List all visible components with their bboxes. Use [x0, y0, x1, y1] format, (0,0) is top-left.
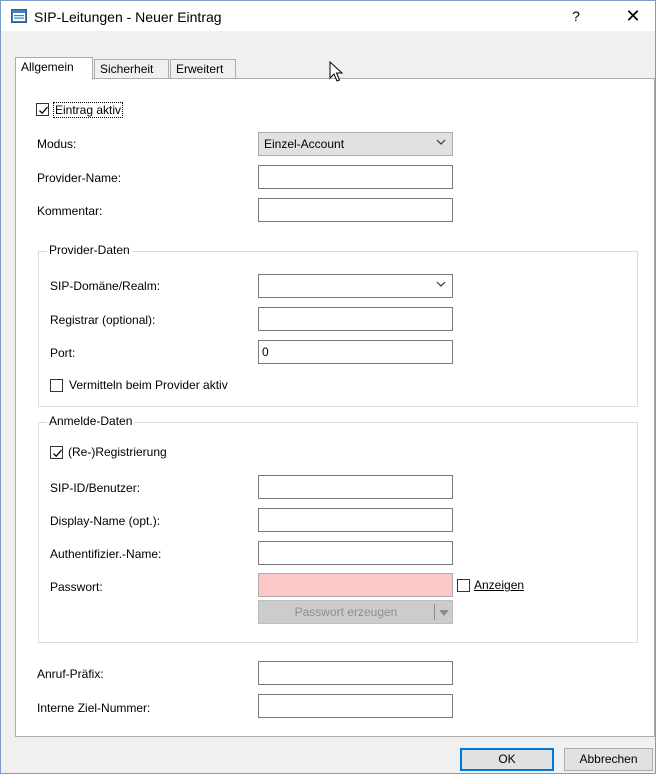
split-separator	[434, 604, 435, 620]
registrar-label: Registrar (optional):	[50, 313, 156, 327]
reregistration-label: (Re-)Registrierung	[68, 445, 167, 459]
tab-allgemein[interactable]: Allgemein	[15, 57, 93, 80]
port-input[interactable]: 0	[258, 340, 453, 364]
port-label: Port:	[50, 346, 76, 360]
call-prefix-input[interactable]	[258, 661, 453, 685]
chevron-down-icon	[436, 139, 446, 145]
dropdown-arrow-icon[interactable]	[438, 609, 450, 617]
show-password-label: Anzeigen	[474, 578, 525, 592]
display-name-label: Display-Name (opt.):	[50, 514, 161, 528]
ok-button[interactable]: OK	[460, 748, 554, 771]
comment-input[interactable]	[258, 198, 453, 222]
show-password-checkbox[interactable]	[457, 579, 470, 592]
auth-name-label: Authentifizier.-Name:	[50, 547, 162, 561]
tab-sicherheit[interactable]: Sicherheit	[94, 59, 169, 79]
display-name-input[interactable]	[258, 508, 453, 532]
sip-domain-combobox[interactable]	[258, 274, 453, 298]
internal-target-label: Interne Ziel-Nummer:	[37, 701, 151, 715]
tab-panel-allgemein: Eintrag aktiv Modus: Einzel-Account Prov…	[15, 78, 655, 737]
call-prefix-label: Anruf-Präfix:	[37, 667, 104, 681]
mode-select-value: Einzel-Account	[264, 137, 345, 151]
provider-name-label: Provider-Name:	[37, 171, 122, 185]
reregistration-checkbox[interactable]	[50, 446, 63, 459]
mouse-pointer-icon	[329, 61, 343, 82]
password-input[interactable]	[258, 573, 453, 597]
dialog-window: SIP-Leitungen - Neuer Eintrag ? ✕ Allgem…	[0, 0, 656, 774]
cancel-button[interactable]: Abbrechen	[564, 748, 653, 771]
tab-erweitert[interactable]: Erweitert	[170, 59, 236, 79]
window-title: SIP-Leitungen - Neuer Eintrag	[34, 9, 222, 25]
provider-name-input[interactable]	[258, 165, 453, 189]
chevron-down-icon	[436, 281, 446, 287]
provider-data-title: Provider-Daten	[47, 243, 132, 257]
sip-domain-label: SIP-Domäne/Realm:	[50, 279, 161, 293]
close-button[interactable]: ✕	[618, 5, 648, 27]
entry-active-checkbox[interactable]	[36, 103, 49, 116]
generate-password-label: Passwort erzeugen	[294, 605, 398, 619]
sip-id-input[interactable]	[258, 475, 453, 499]
password-label: Passwort:	[50, 580, 103, 594]
internal-target-input[interactable]	[258, 694, 453, 718]
generate-password-button[interactable]: Passwort erzeugen	[258, 600, 453, 624]
mode-label: Modus:	[37, 137, 77, 151]
auth-name-input[interactable]	[258, 541, 453, 565]
registrar-input[interactable]	[258, 307, 453, 331]
help-button[interactable]: ?	[561, 5, 591, 27]
title-bar: SIP-Leitungen - Neuer Eintrag ? ✕	[1, 1, 655, 31]
app-window-icon	[11, 8, 27, 24]
mode-select[interactable]: Einzel-Account	[258, 132, 453, 156]
entry-active-label: Eintrag aktiv	[53, 102, 124, 118]
comment-label: Kommentar:	[37, 204, 103, 218]
switch-at-provider-label: Vermitteln beim Provider aktiv	[69, 378, 228, 392]
login-data-title: Anmelde-Daten	[47, 414, 135, 428]
sip-id-label: SIP-ID/Benutzer:	[50, 481, 141, 495]
switch-at-provider-checkbox[interactable]	[50, 379, 63, 392]
